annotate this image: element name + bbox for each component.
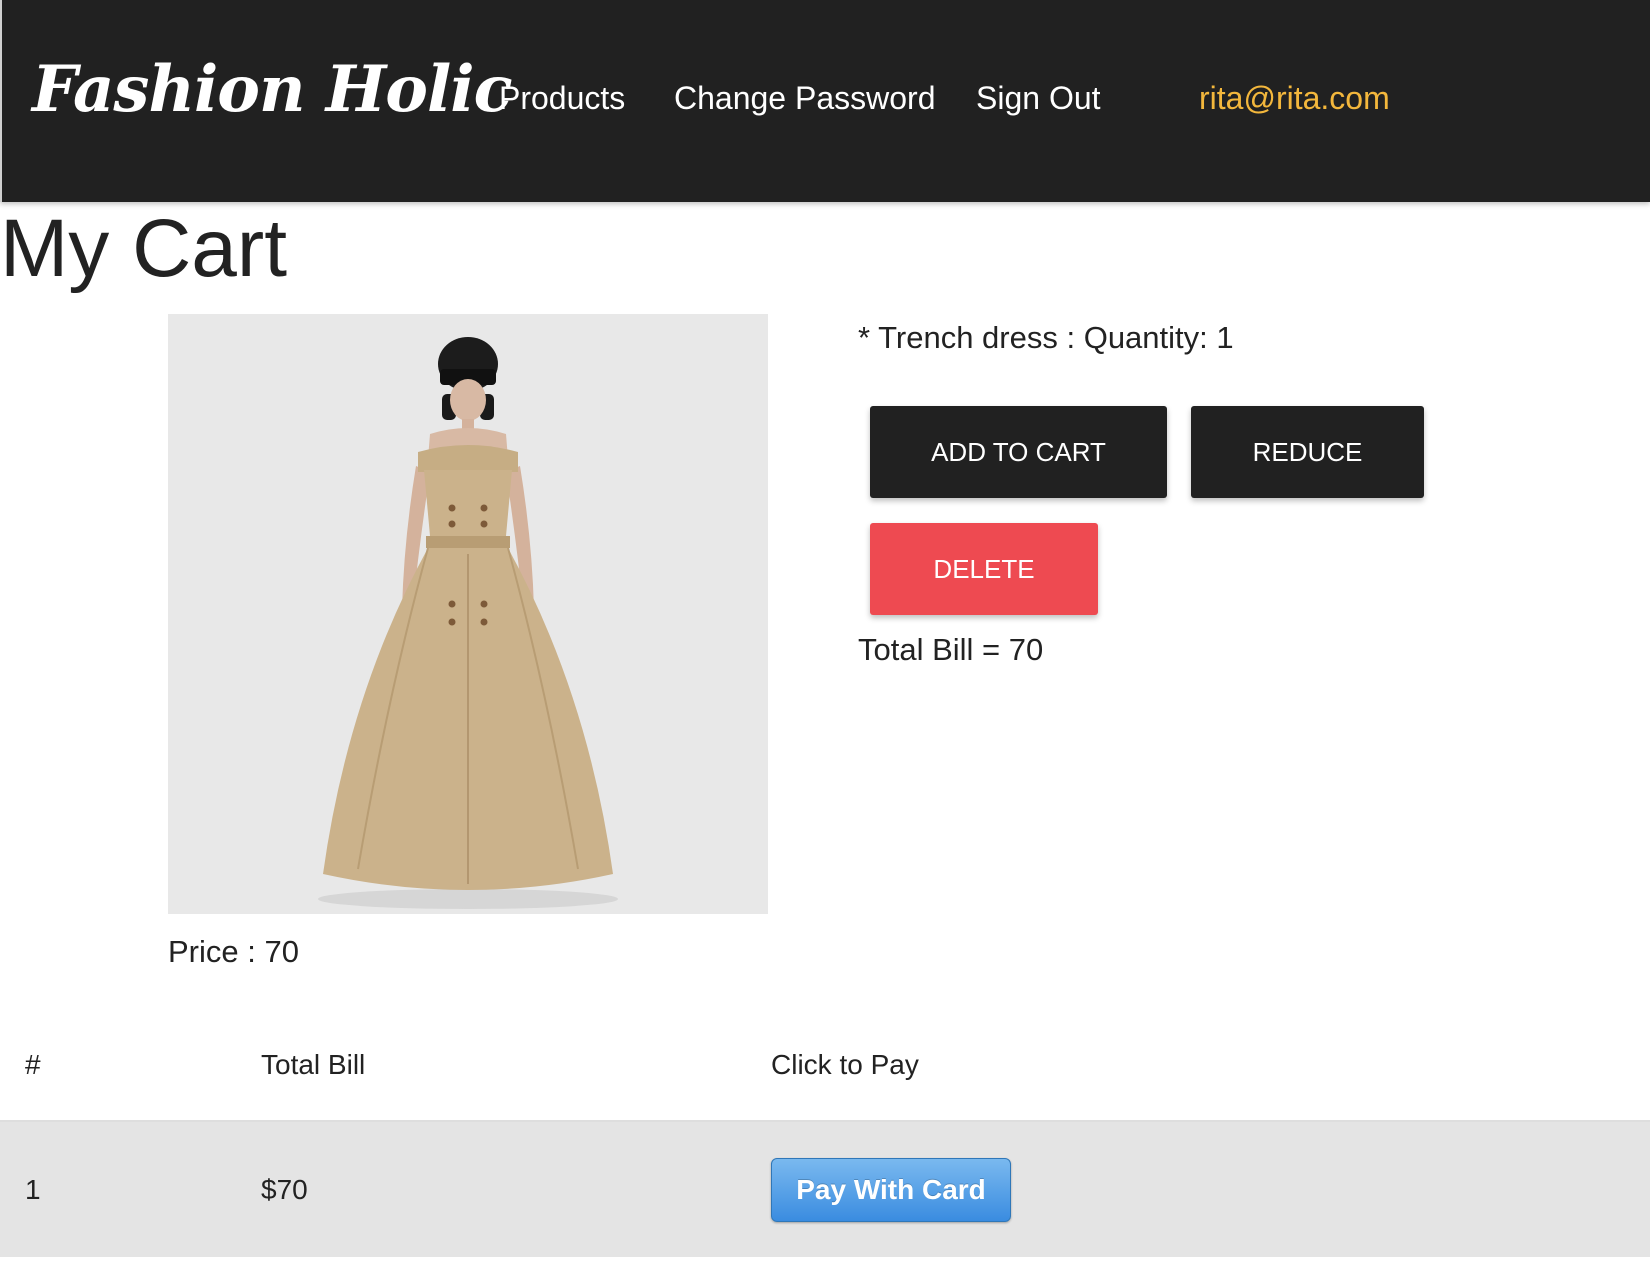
nav-link-sign-out[interactable]: Sign Out (976, 80, 1101, 117)
user-email: rita@rita.com (1199, 80, 1390, 116)
row-total-bill: $70 (261, 1121, 771, 1257)
cart-item-description: * Trench dress : Quantity: 1 (858, 320, 1234, 355)
row-index: 1 (0, 1121, 261, 1257)
page-title: My Cart (0, 203, 287, 294)
product-price: Price : 70 (168, 934, 299, 969)
delete-button[interactable]: DELETE (870, 523, 1098, 615)
brand-logo[interactable]: Fashion Holic (32, 52, 513, 127)
total-bill-text: Total Bill = 70 (858, 632, 1044, 667)
product-image (168, 314, 768, 914)
column-header-index: # (0, 1010, 261, 1122)
top-navbar: Fashion Holic Products Change Password S… (0, 0, 1650, 202)
column-header-total-bill: Total Bill (261, 1010, 771, 1122)
nav-link-change-password[interactable]: Change Password (674, 80, 935, 117)
table-header-row: # Total Bill Click to Pay (0, 1010, 1650, 1122)
trench-dress-illustration (168, 314, 768, 914)
reduce-button[interactable]: REDUCE (1191, 406, 1424, 498)
bill-table: # Total Bill Click to Pay 1 $70 Pay With… (0, 1010, 1650, 1257)
add-to-cart-button[interactable]: ADD TO CART (870, 406, 1167, 498)
row-pay-cell: Pay With Card (771, 1121, 1650, 1257)
column-header-click-to-pay: Click to Pay (771, 1010, 1650, 1122)
pay-with-card-button[interactable]: Pay With Card (771, 1157, 1011, 1222)
nav-link-products[interactable]: Products (499, 80, 625, 117)
table-row: 1 $70 Pay With Card (0, 1121, 1650, 1257)
